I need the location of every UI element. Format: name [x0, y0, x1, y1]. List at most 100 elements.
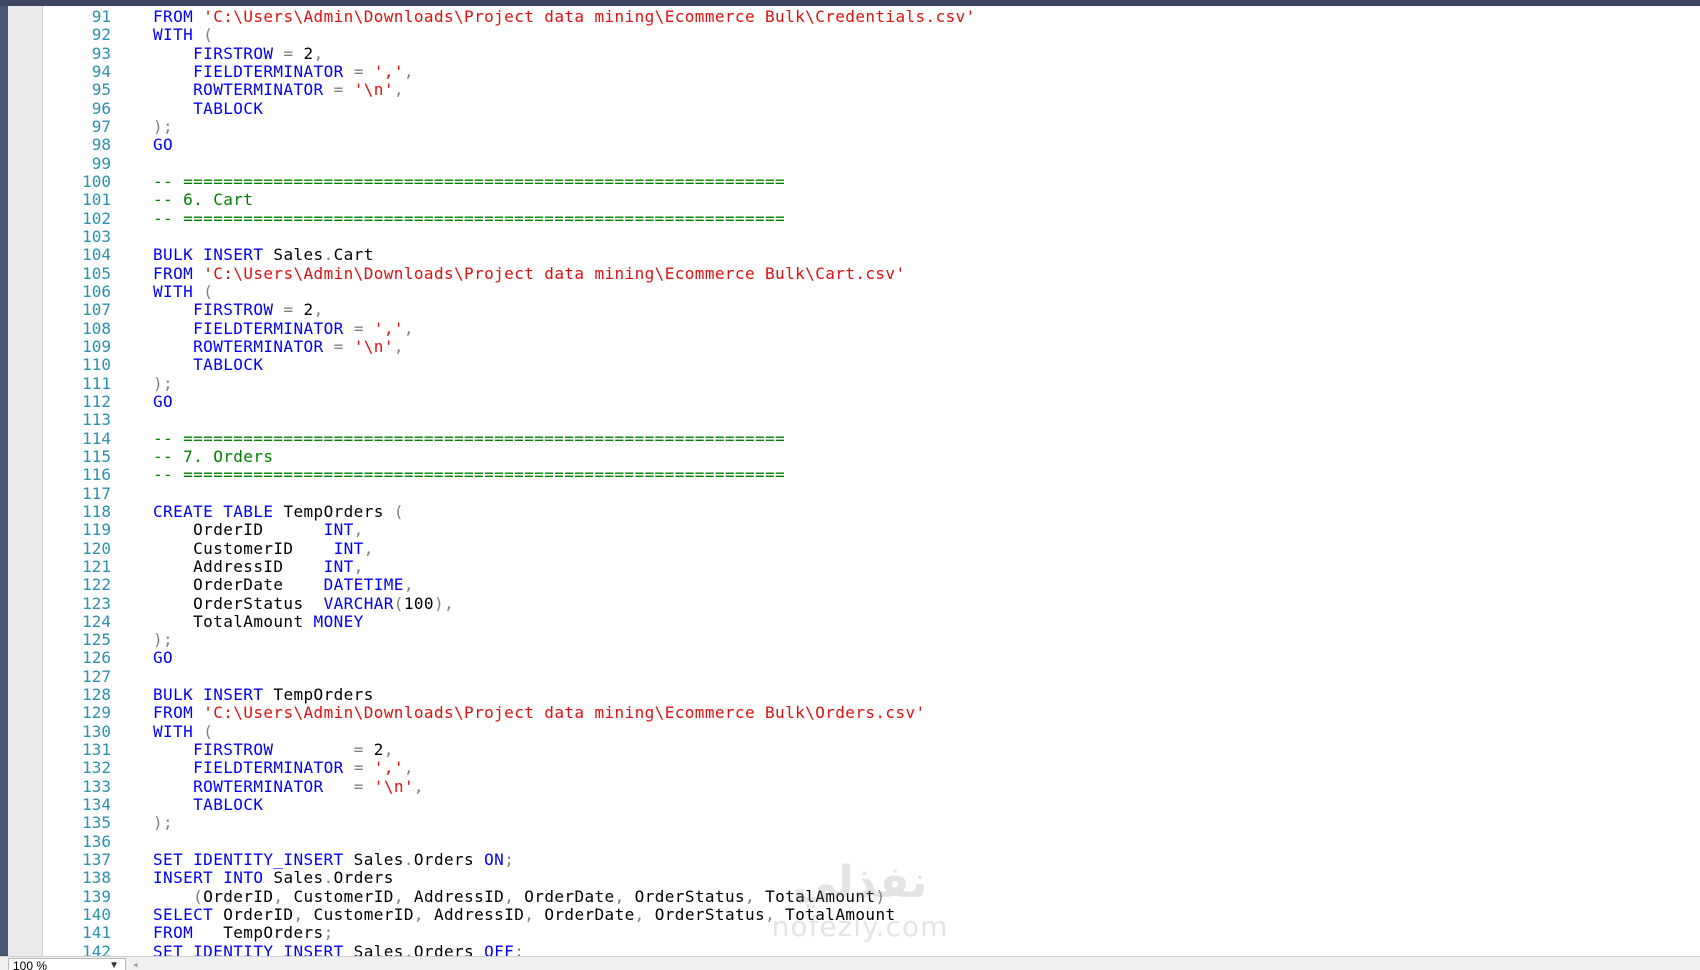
code-text[interactable]: ROWTERMINATOR = '\n',	[153, 777, 424, 796]
code-line[interactable]: 93 FIRSTROW = 2,	[43, 44, 1700, 63]
code-line[interactable]: 132 FIELDTERMINATOR = ',',	[43, 759, 1700, 778]
code-line[interactable]: 97);	[43, 117, 1700, 136]
code-text[interactable]: OrderID INT,	[153, 521, 364, 539]
code-text[interactable]: );	[153, 814, 173, 832]
code-line[interactable]: 133 ROWTERMINATOR = '\n',	[43, 777, 1700, 796]
code-text[interactable]: SET IDENTITY_INSERT Sales.Orders ON;	[153, 850, 514, 869]
code-line[interactable]: 135);	[43, 814, 1700, 833]
code-line[interactable]: 120 CustomerID INT,	[43, 539, 1700, 558]
code-text[interactable]: GO	[153, 649, 173, 667]
code-line[interactable]: 103	[43, 227, 1700, 246]
code-text[interactable]: CREATE TABLE TempOrders (	[153, 502, 404, 521]
code-line[interactable]: 104 BULK INSERT Sales.Cart	[43, 245, 1700, 264]
code-text[interactable]: FIELDTERMINATOR = ',',	[153, 759, 414, 777]
code-line[interactable]: 139 (OrderID, CustomerID, AddressID, Ord…	[43, 887, 1700, 906]
code-line[interactable]: 111);	[43, 374, 1700, 393]
code-line[interactable]: 95 ROWTERMINATOR = '\n',	[43, 80, 1700, 99]
code-text[interactable]: WITH (	[153, 282, 213, 301]
code-line[interactable]: 91 FROM 'C:\Users\Admin\Downloads\Project…	[43, 7, 1700, 26]
code-text[interactable]: FIRSTROW = 2,	[153, 740, 394, 759]
code-text[interactable]: ROWTERMINATOR = '\n',	[153, 81, 404, 99]
code-line[interactable]: 96 TABLOCK	[43, 99, 1700, 118]
code-line[interactable]: 113	[43, 410, 1700, 429]
code-text[interactable]: -- =====================================…	[153, 429, 785, 448]
code-line[interactable]: 119 OrderID INT,	[43, 520, 1700, 539]
selection-margin[interactable]	[8, 6, 43, 956]
code-line[interactable]: 107 FIRSTROW = 2,	[43, 300, 1700, 319]
code-text[interactable]: CustomerID INT,	[153, 539, 374, 558]
code-line[interactable]: 127	[43, 667, 1700, 686]
code-text[interactable]: );	[153, 374, 173, 393]
code-line[interactable]: 115 -- 7. Orders	[43, 447, 1700, 466]
code-text[interactable]: SET IDENTITY_INSERT Sales.Orders OFF;	[153, 942, 524, 956]
code-text[interactable]: );	[153, 630, 173, 649]
code-text[interactable]: -- =====================================…	[153, 209, 785, 228]
code-line[interactable]: 114 -- ==================================…	[43, 429, 1700, 448]
code-lines[interactable]: 91 FROM 'C:\Users\Admin\Downloads\Project…	[43, 7, 1700, 956]
code-text[interactable]: TABLOCK	[153, 99, 263, 118]
code-text[interactable]: FROM 'C:\Users\Admin\Downloads\Project d…	[153, 7, 976, 26]
code-line[interactable]: 102 -- ==================================…	[43, 209, 1700, 228]
code-line[interactable]: 118 CREATE TABLE TempOrders (	[43, 502, 1700, 521]
code-line[interactable]: 94 FIELDTERMINATOR = ',',	[43, 62, 1700, 81]
code-text[interactable]: FIRSTROW = 2,	[153, 44, 324, 63]
code-line[interactable]: 98 GO	[43, 135, 1700, 154]
code-line[interactable]: 142 SET IDENTITY_INSERT Sales.Orders OFF;	[43, 942, 1700, 956]
code-text[interactable]: WITH (	[153, 26, 213, 44]
code-text[interactable]: TotalAmount MONEY	[153, 612, 364, 631]
code-text[interactable]: BULK INSERT TempOrders	[153, 685, 374, 704]
code-text[interactable]: -- 6. Cart	[153, 191, 253, 209]
code-line[interactable]: 125);	[43, 630, 1700, 649]
code-line[interactable]: 137 SET IDENTITY_INSERT Sales.Orders ON;	[43, 850, 1700, 869]
code-text[interactable]: FROM TempOrders;	[153, 924, 334, 942]
code-text[interactable]: INSERT INTO Sales.Orders	[153, 869, 394, 887]
code-text[interactable]: FIELDTERMINATOR = ',',	[153, 319, 414, 338]
code-text[interactable]: TABLOCK	[153, 795, 263, 814]
code-line[interactable]: 112 GO	[43, 392, 1700, 411]
code-text[interactable]: OrderDate DATETIME,	[153, 576, 414, 594]
code-text[interactable]: GO	[153, 392, 173, 411]
code-text[interactable]: -- =====================================…	[153, 466, 785, 484]
code-text[interactable]: FROM 'C:\Users\Admin\Downloads\Project d…	[153, 264, 905, 283]
code-text[interactable]: SELECT OrderID, CustomerID, AddressID, O…	[153, 905, 896, 924]
code-line[interactable]: 140 SELECT OrderID, CustomerID, AddressID…	[43, 905, 1700, 924]
code-text[interactable]: AddressID INT,	[153, 557, 364, 576]
code-line[interactable]: 109 ROWTERMINATOR = '\n',	[43, 337, 1700, 356]
code-line[interactable]: 128 BULK INSERT TempOrders	[43, 685, 1700, 704]
code-line[interactable]: 117	[43, 484, 1700, 503]
code-text[interactable]: FIRSTROW = 2,	[153, 301, 324, 319]
code-line[interactable]: 101 -- 6. Cart	[43, 190, 1700, 209]
code-line[interactable]: 138 INSERT INTO Sales.Orders	[43, 869, 1700, 888]
code-line[interactable]: 136	[43, 832, 1700, 851]
code-line[interactable]: 123 OrderStatus VARCHAR(100),	[43, 594, 1700, 613]
code-line[interactable]: 121 AddressID INT,	[43, 557, 1700, 576]
code-line[interactable]: 99	[43, 154, 1700, 173]
query-editor[interactable]: 91 FROM 'C:\Users\Admin\Downloads\Project…	[43, 6, 1700, 956]
code-line[interactable]: 105 FROM 'C:\Users\Admin\Downloads\Projec…	[43, 264, 1700, 283]
code-line[interactable]: 100 -- ==================================…	[43, 172, 1700, 191]
scroll-left-icon[interactable]: ◂	[132, 958, 139, 970]
code-text[interactable]: TABLOCK	[153, 356, 263, 374]
code-text[interactable]: OrderStatus VARCHAR(100),	[153, 594, 454, 613]
code-text[interactable]: ROWTERMINATOR = '\n',	[153, 337, 404, 356]
code-line[interactable]: 122 OrderDate DATETIME,	[43, 575, 1700, 594]
code-text[interactable]: GO	[153, 136, 173, 154]
code-text[interactable]: (OrderID, CustomerID, AddressID, OrderDa…	[153, 887, 886, 906]
code-text[interactable]: WITH (	[153, 722, 213, 741]
code-line[interactable]: 106 WITH (	[43, 282, 1700, 301]
code-text[interactable]: );	[153, 117, 173, 136]
chevron-down-icon[interactable]: ▼	[109, 959, 119, 970]
code-line[interactable]: 110 TABLOCK	[43, 355, 1700, 374]
code-line[interactable]: 126 GO	[43, 649, 1700, 668]
code-text[interactable]: BULK INSERT Sales.Cart	[153, 246, 374, 264]
code-text[interactable]: -- =====================================…	[153, 172, 785, 191]
zoom-dropdown[interactable]: 100 % ▼	[8, 958, 126, 970]
code-text[interactable]: FROM 'C:\Users\Admin\Downloads\Project d…	[153, 704, 926, 722]
code-line[interactable]: 92 WITH (	[43, 25, 1700, 44]
code-line[interactable]: 134 TABLOCK	[43, 795, 1700, 814]
code-line[interactable]: 124 TotalAmount MONEY	[43, 612, 1700, 631]
code-text[interactable]: FIELDTERMINATOR = ',',	[153, 62, 414, 81]
code-line[interactable]: 131 FIRSTROW = 2,	[43, 740, 1700, 759]
code-line[interactable]: 130 WITH (	[43, 722, 1700, 741]
code-line[interactable]: 116 -- ==================================…	[43, 465, 1700, 484]
